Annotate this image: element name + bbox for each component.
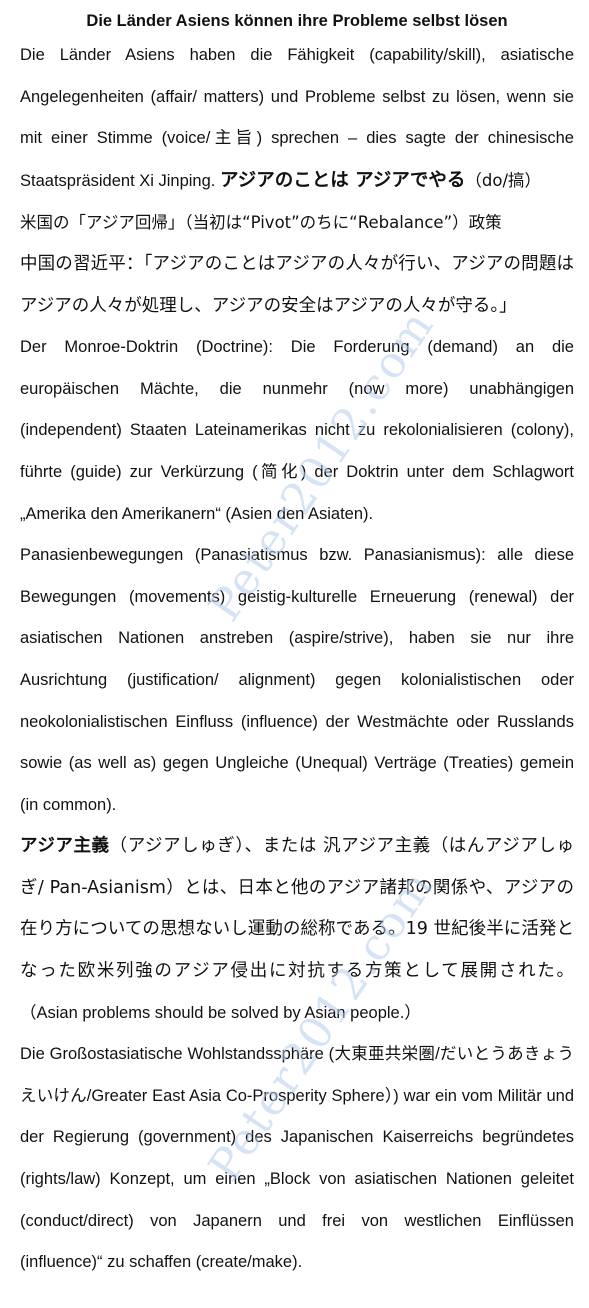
paragraph-pan-asian-movements: Panasienbewegungen (Panasiatismus bzw. P… — [20, 546, 574, 814]
paragraph-co-prosperity-sphere: Die Großostasiatische Wohlstandssphäre (… — [20, 1045, 574, 1272]
document-page: Die Länder Asiens können ihre Probleme s… — [20, 8, 574, 1284]
english-gloss: （Asian problems should be solved by Asia… — [20, 1003, 421, 1022]
paragraph-text: Die Länder Asiens haben die Fähigkeit (c… — [20, 46, 574, 190]
document-title: Die Länder Asiens können ihre Probleme s… — [86, 12, 508, 30]
paragraph-pan-asianism: アジア主義（アジアしゅぎ）、または 汎アジア主義（はんアジアしゅぎ/ Pan-A… — [20, 826, 574, 1034]
paragraph-monroe-doctrine: Der Monroe-Doktrin (Doctrine): Die Forde… — [20, 338, 574, 523]
term-pan-asianism: アジア主義 — [20, 836, 110, 857]
japanese-slogan: アジアのことは アジアでやる — [219, 169, 466, 191]
paragraph-text: （アジアしゅぎ）、または 汎アジア主義（はんアジアしゅぎ/ Pan-Asiani… — [20, 836, 574, 982]
paragraph-xi-jinping: Die Länder Asiens haben die Fähigkeit (c… — [20, 35, 574, 202]
paragraph-xi-quote: 中国の習近平：「アジアのことはアジアの人々が行い、アジアの問題はアジアの人々が処… — [20, 253, 574, 316]
slogan-gloss: （do/搞） — [465, 170, 542, 190]
paragraph-us-pivot: 米国の「アジア回帰」（当初は“Pivot”のちに“Rebalance”）政策 — [20, 213, 502, 233]
